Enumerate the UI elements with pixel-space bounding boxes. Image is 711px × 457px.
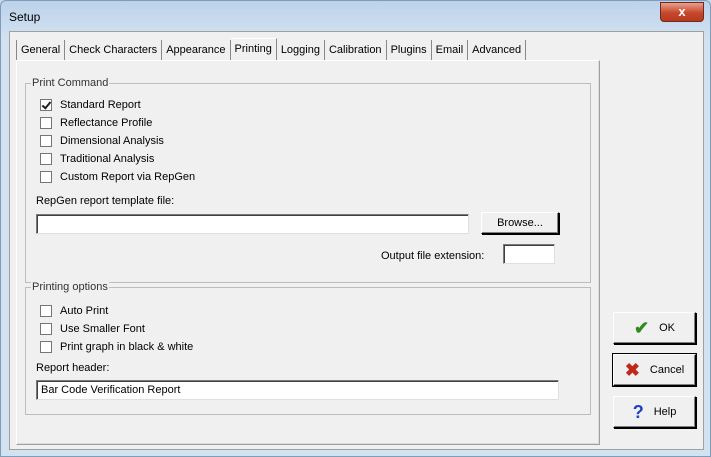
smaller-font-checkbox[interactable] [40, 322, 52, 335]
reflectance-profile-checkbox[interactable] [40, 116, 52, 129]
ok-button[interactable]: ✔ OK [613, 312, 696, 344]
traditional-analysis-checkbox[interactable] [40, 152, 52, 165]
auto-print-checkbox[interactable] [40, 304, 52, 317]
standard-report-option[interactable]: Standard Report [40, 97, 141, 112]
custom-report-checkbox[interactable] [40, 170, 52, 183]
tab-email[interactable]: Email [432, 40, 469, 60]
title-bar[interactable]: Setup x [1, 1, 710, 31]
print-command-group: Print Command Standard Report Reflectanc… [25, 77, 591, 283]
dimensional-analysis-label: Dimensional Analysis [60, 134, 164, 147]
smaller-font-label: Use Smaller Font [60, 322, 145, 335]
output-extension-label: Output file extension: [381, 250, 485, 262]
dimensional-analysis-checkbox[interactable] [40, 134, 52, 147]
browse-button[interactable]: Browse... [481, 212, 559, 234]
printing-options-group: Printing options Auto Print Use Smaller … [25, 281, 591, 415]
printing-tab-panel: Print Command Standard Report Reflectanc… [16, 60, 600, 445]
cancel-button-label: Cancel [649, 364, 685, 376]
auto-print-label: Auto Print [60, 304, 109, 317]
x-icon: ✖ [624, 360, 640, 380]
tab-appearance[interactable]: Appearance [162, 40, 231, 60]
tab-logging[interactable]: Logging [277, 40, 325, 60]
traditional-analysis-option[interactable]: Traditional Analysis [40, 151, 154, 166]
standard-report-checkbox[interactable] [40, 98, 52, 111]
report-header-input[interactable]: Bar Code Verification Report [36, 380, 559, 400]
printing-options-legend: Printing options [31, 281, 109, 293]
black-white-option[interactable]: Print graph in black & white [40, 339, 193, 354]
cancel-button[interactable]: ✖ Cancel [612, 353, 697, 387]
auto-print-option[interactable]: Auto Print [40, 303, 108, 318]
custom-report-label: Custom Report via RepGen [60, 170, 196, 183]
template-file-input[interactable] [36, 214, 469, 234]
browse-button-label: Browse... [497, 217, 543, 229]
output-extension-input[interactable] [503, 244, 555, 264]
close-icon: x [678, 4, 686, 19]
template-file-label: RepGen report template file: [36, 195, 175, 207]
help-button-label: Help [653, 406, 677, 418]
tab-calibration[interactable]: Calibration [325, 40, 387, 60]
print-command-legend: Print Command [31, 77, 110, 89]
black-white-label: Print graph in black & white [60, 340, 194, 353]
standard-report-label: Standard Report [60, 98, 141, 111]
dimensional-analysis-option[interactable]: Dimensional Analysis [40, 133, 164, 148]
ok-button-label: OK [659, 322, 675, 334]
checkmark-icon: ✔ [634, 318, 650, 338]
setup-window: Setup x General Check Characters Appeara… [0, 0, 711, 457]
help-button[interactable]: ? Help [613, 396, 696, 428]
reflectance-profile-label: Reflectance Profile [60, 116, 153, 129]
question-icon: ? [632, 402, 644, 422]
tab-advanced[interactable]: Advanced [468, 40, 527, 60]
dialog-client-area: General Check Characters Appearance Prin… [9, 31, 704, 450]
custom-report-option[interactable]: Custom Report via RepGen [40, 169, 195, 184]
reflectance-profile-option[interactable]: Reflectance Profile [40, 115, 152, 130]
close-button[interactable]: x [660, 2, 704, 22]
tab-printing[interactable]: Printing [230, 38, 277, 60]
tab-general[interactable]: General [16, 40, 66, 60]
traditional-analysis-label: Traditional Analysis [60, 152, 155, 165]
tab-plugins[interactable]: Plugins [387, 40, 432, 60]
tab-strip: General Check Characters Appearance Prin… [16, 38, 527, 60]
black-white-checkbox[interactable] [40, 340, 52, 353]
report-header-label: Report header: [36, 362, 110, 374]
window-title: Setup [9, 10, 41, 24]
tab-check-characters[interactable]: Check Characters [65, 40, 163, 60]
smaller-font-option[interactable]: Use Smaller Font [40, 321, 145, 336]
